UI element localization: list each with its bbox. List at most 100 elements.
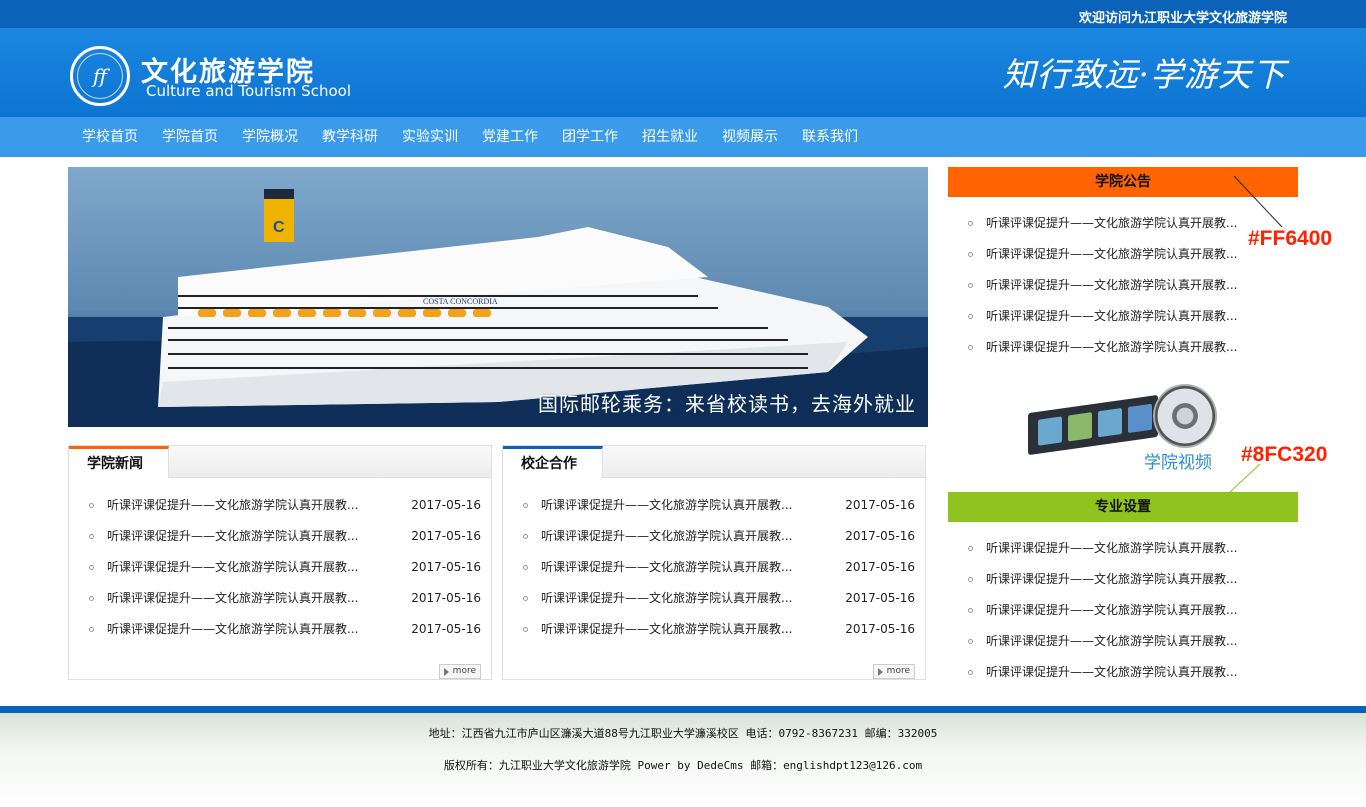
- list-item-title[interactable]: 听课评课促提升——文化旅游学院认真开展教...: [986, 301, 1237, 332]
- video-link[interactable]: 学院视频: [1025, 382, 1225, 473]
- notice-color-annotation: #FF6400: [1248, 227, 1333, 250]
- list-item-date: 2017-05-16: [845, 560, 915, 574]
- coop-more-button[interactable]: more: [873, 664, 915, 679]
- svg-text:C: C: [273, 219, 285, 236]
- bullet-icon: [89, 503, 94, 508]
- list-item[interactable]: 听课评课促提升——文化旅游学院认真开展教... 2017-05-16: [89, 490, 481, 521]
- list-item-title[interactable]: 听课评课促提升——文化旅游学院认真开展教...: [986, 208, 1237, 239]
- list-item-title[interactable]: 听课评课促提升——文化旅游学院认真开展教...: [986, 239, 1237, 270]
- list-item-title[interactable]: 听课评课促提升——文化旅游学院认真开展教...: [541, 552, 792, 583]
- banner-caption: 国际邮轮乘务：来省校读书，去海外就业: [538, 392, 916, 416]
- list-item[interactable]: 听课评课促提升——文化旅游学院认真开展教...: [968, 626, 1268, 657]
- list-item-title[interactable]: 听课评课促提升——文化旅游学院认真开展教...: [541, 614, 792, 645]
- list-item-title[interactable]: 听课评课促提升——文化旅游学院认真开展教...: [107, 490, 358, 521]
- bullet-icon: [968, 314, 973, 319]
- list-item-title[interactable]: 听课评课促提升——文化旅游学院认真开展教...: [107, 552, 358, 583]
- list-item-title[interactable]: 听课评课促提升——文化旅游学院认真开展教...: [107, 614, 358, 645]
- bullet-icon: [968, 577, 973, 582]
- list-item-title[interactable]: 听课评课促提升——文化旅游学院认真开展教...: [107, 583, 358, 614]
- nav-item[interactable]: 招生就业: [630, 117, 710, 157]
- bullet-icon: [968, 252, 973, 257]
- list-item[interactable]: 听课评课促提升——文化旅游学院认真开展教...: [968, 208, 1268, 239]
- list-item-title[interactable]: 听课评课促提升——文化旅游学院认真开展教...: [986, 626, 1237, 657]
- list-item[interactable]: 听课评课促提升——文化旅游学院认真开展教...: [968, 657, 1268, 688]
- bullet-icon: [968, 608, 973, 613]
- bullet-icon: [523, 534, 528, 539]
- list-item[interactable]: 听课评课促提升——文化旅游学院认真开展教...: [968, 564, 1268, 595]
- bullet-icon: [968, 221, 973, 226]
- bullet-icon: [523, 596, 528, 601]
- list-item[interactable]: 听课评课促提升——文化旅游学院认真开展教... 2017-05-16: [89, 552, 481, 583]
- video-label: 学院视频: [1144, 453, 1212, 473]
- list-item-date: 2017-05-16: [845, 529, 915, 543]
- logo-title-en: Culture and Tourism School: [146, 82, 351, 100]
- site-footer: 地址：江西省九江市庐山区濂溪大道88号九江职业大学濂溪校区 电话：0792-83…: [0, 713, 1366, 807]
- welcome-text: 欢迎访问九江职业大学文化旅游学院: [1078, 11, 1287, 26]
- list-item[interactable]: 听课评课促提升——文化旅游学院认真开展教... 2017-05-16: [523, 552, 915, 583]
- main-nav: 学校首页 学院首页 学院概况 教学科研 实验实训 党建工作 团学工作 招生就业 视频展示 联系我们: [0, 117, 1366, 157]
- bullet-icon: [523, 565, 528, 570]
- list-item[interactable]: 听课评课促提升——文化旅游学院认真开展教... 2017-05-16: [523, 521, 915, 552]
- coop-tab[interactable]: 校企合作: [503, 446, 603, 478]
- nav-item[interactable]: 视频展示: [710, 117, 790, 157]
- bullet-icon: [89, 565, 94, 570]
- nav-item[interactable]: 学校首页: [70, 117, 150, 157]
- notice-annotation-pointer: [1233, 175, 1283, 228]
- list-item[interactable]: 听课评课促提升——文化旅游学院认真开展教...: [968, 595, 1268, 626]
- list-item-title[interactable]: 听课评课促提升——文化旅游学院认真开展教...: [107, 521, 358, 552]
- film-reel-icon: [1153, 384, 1217, 448]
- news-panel: 学院新闻 听课评课促提升——文化旅游学院认真开展教... 2017-05-16 听课…: [68, 445, 492, 680]
- list-item-title[interactable]: 听课评课促提升——文化旅游学院认真开展教...: [986, 533, 1237, 564]
- school-logo-icon[interactable]: ff: [70, 46, 130, 106]
- list-item[interactable]: 听课评课促提升——文化旅游学院认真开展教... 2017-05-16: [89, 521, 481, 552]
- bullet-icon: [968, 546, 973, 551]
- nav-item[interactable]: 实验实训: [390, 117, 470, 157]
- nav-item[interactable]: 联系我们: [790, 117, 870, 157]
- footer-divider: [0, 706, 1366, 713]
- list-item-title[interactable]: 听课评课促提升——文化旅游学院认真开展教...: [541, 521, 792, 552]
- list-item-title[interactable]: 听课评课促提升——文化旅游学院认真开展教...: [986, 595, 1237, 626]
- list-item-date: 2017-05-16: [411, 529, 481, 543]
- nav-item[interactable]: 教学科研: [310, 117, 390, 157]
- list-item[interactable]: 听课评课促提升——文化旅游学院认真开展教... 2017-05-16: [89, 583, 481, 614]
- majors-header[interactable]: 专业设置: [948, 492, 1298, 522]
- nav-item[interactable]: 学院首页: [150, 117, 230, 157]
- bullet-icon: [89, 627, 94, 632]
- list-item-title[interactable]: 听课评课促提升——文化旅游学院认真开展教...: [986, 657, 1237, 688]
- list-item-title[interactable]: 听课评课促提升——文化旅游学院认真开展教...: [986, 270, 1237, 301]
- nav-item[interactable]: 党建工作: [470, 117, 550, 157]
- news-more-button[interactable]: more: [439, 664, 481, 679]
- list-item[interactable]: 听课评课促提升——文化旅游学院认真开展教...: [968, 301, 1268, 332]
- footer-copyright: 版权所有：九江职业大学文化旅游学院 Power by DedeCms 邮箱：en…: [443, 759, 923, 772]
- list-item-title[interactable]: 听课评课促提升——文化旅游学院认真开展教...: [541, 490, 792, 521]
- slogan: 知行致远·学游天下: [1002, 55, 1286, 94]
- film-strip-icon: [1028, 394, 1158, 456]
- top-bar: 欢迎访问九江职业大学文化旅游学院: [0, 0, 1366, 28]
- coop-panel: 校企合作 听课评课促提升——文化旅游学院认真开展教... 2017-05-16 听课…: [502, 445, 926, 680]
- bullet-icon: [968, 283, 973, 288]
- list-item-title[interactable]: 听课评课促提升——文化旅游学院认真开展教...: [986, 564, 1237, 595]
- nav-item[interactable]: 团学工作: [550, 117, 630, 157]
- list-item[interactable]: 听课评课促提升——文化旅游学院认真开展教...: [968, 533, 1268, 564]
- list-item[interactable]: 听课评课促提升——文化旅游学院认真开展教...: [968, 239, 1268, 270]
- list-item[interactable]: 听课评课促提升——文化旅游学院认真开展教...: [968, 270, 1268, 301]
- bullet-icon: [968, 670, 973, 675]
- list-item[interactable]: 听课评课促提升——文化旅游学院认真开展教... 2017-05-16: [523, 490, 915, 521]
- list-item-date: 2017-05-16: [411, 591, 481, 605]
- footer-address: 地址：江西省九江市庐山区濂溪大道88号九江职业大学濂溪校区 电话：0792-83…: [428, 727, 938, 740]
- list-item[interactable]: 听课评课促提升——文化旅游学院认真开展教... 2017-05-16: [523, 583, 915, 614]
- list-item-date: 2017-05-16: [411, 622, 481, 636]
- majors-annotation-pointer: [1229, 463, 1261, 493]
- list-item-title[interactable]: 听课评课促提升——文化旅游学院认真开展教...: [541, 583, 792, 614]
- banner-image[interactable]: C COSTA CONCORDIA 国际邮轮乘务：来省校读书，去海外就业: [68, 167, 928, 427]
- list-item[interactable]: 听课评课促提升——文化旅游学院认真开展教... 2017-05-16: [89, 614, 481, 645]
- list-item[interactable]: 听课评课促提升——文化旅游学院认真开展教... 2017-05-16: [523, 614, 915, 645]
- nav-item[interactable]: 学院概况: [230, 117, 310, 157]
- list-item-title[interactable]: 听课评课促提升——文化旅游学院认真开展教...: [986, 332, 1237, 363]
- list-item-date: 2017-05-16: [411, 498, 481, 512]
- bullet-icon: [523, 627, 528, 632]
- list-item[interactable]: 听课评课促提升——文化旅游学院认真开展教...: [968, 332, 1268, 363]
- bullet-icon: [523, 503, 528, 508]
- news-tab[interactable]: 学院新闻: [69, 446, 169, 478]
- site-header: ff 文化旅游学院 Culture and Tourism School 知行致…: [0, 28, 1366, 117]
